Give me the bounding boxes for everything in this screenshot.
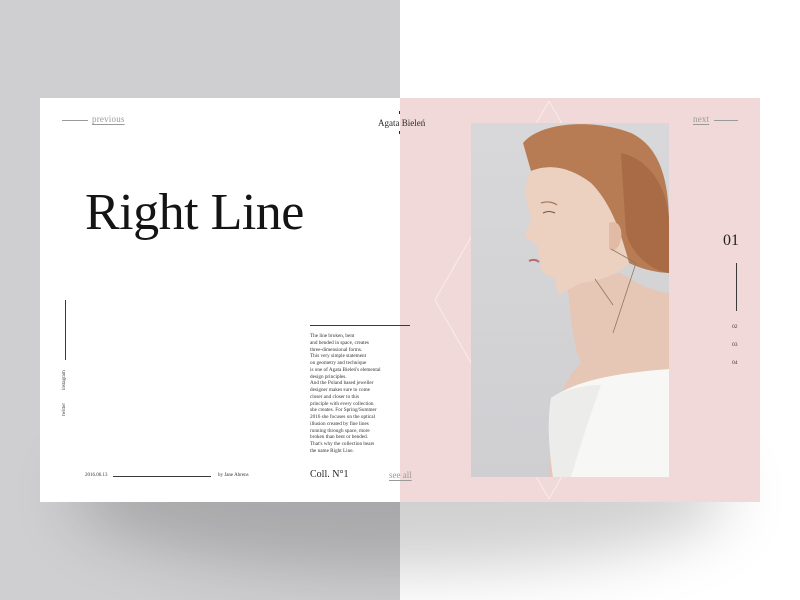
- author-tick-bottom: [399, 131, 400, 134]
- body-line: design principles.: [310, 373, 347, 380]
- body-line: and bended in space, creates: [310, 339, 369, 346]
- previous-line: [62, 120, 88, 121]
- page-link-03[interactable]: 03: [732, 342, 738, 348]
- body-line: designer makes sure to come: [310, 387, 370, 393]
- page-title: Right Line: [85, 184, 304, 241]
- body-line: the name Right Line.: [310, 447, 354, 454]
- body-line: 2016 she focuses on the optical: [310, 414, 375, 420]
- model-illustration: [523, 124, 669, 477]
- body-line: is one of Agata Bieleń's elemental: [310, 366, 381, 373]
- body-line: on geometry and technique: [310, 360, 367, 366]
- next-line: [714, 120, 738, 121]
- body-line: principle with every collection: [310, 400, 374, 407]
- collection-label: Coll. N°1: [310, 469, 349, 480]
- body-line: closer and closer to this: [310, 393, 359, 400]
- article-card: previous Agata Bieleń next Right Line in…: [40, 98, 760, 502]
- twitter-link[interactable]: twitter: [62, 403, 67, 416]
- body-line: three-dimensional forms.: [310, 346, 363, 353]
- model-photo: [471, 123, 669, 477]
- body-line: That's why the collection bears: [310, 441, 375, 447]
- next-link[interactable]: next: [693, 114, 709, 124]
- date-byline-line: [113, 476, 211, 477]
- body-line: she creates. For Spring/Summer: [310, 407, 377, 414]
- body-line: And the Poland based jeweller: [310, 380, 374, 387]
- left-vertical-line: [65, 300, 66, 360]
- author-tick-top: [399, 111, 400, 114]
- see-all-link[interactable]: see all: [389, 470, 412, 480]
- current-page-number: 01: [723, 232, 739, 249]
- page-link-02[interactable]: 02: [732, 324, 738, 330]
- body-line: broken than bent or bended.: [310, 434, 369, 441]
- publish-date: 2016.06.13: [85, 473, 108, 478]
- body-line: The line broken, bent: [310, 333, 355, 339]
- body-line: This very simple statement: [310, 353, 367, 360]
- page-link-04[interactable]: 04: [732, 360, 738, 366]
- previous-link[interactable]: previous: [92, 114, 125, 124]
- body-line: illusion created by fine lines: [310, 420, 369, 427]
- instagram-link[interactable]: instagram: [62, 370, 67, 390]
- author-name: Agata Bieleń: [378, 118, 426, 128]
- body-top-line: [310, 325, 410, 326]
- byline: by Jane Ahrens: [218, 473, 249, 478]
- body-line: running through space, more: [310, 427, 370, 434]
- page-indicator-line: [736, 263, 737, 311]
- article-body: The line broken, bent and bended in space…: [310, 333, 390, 455]
